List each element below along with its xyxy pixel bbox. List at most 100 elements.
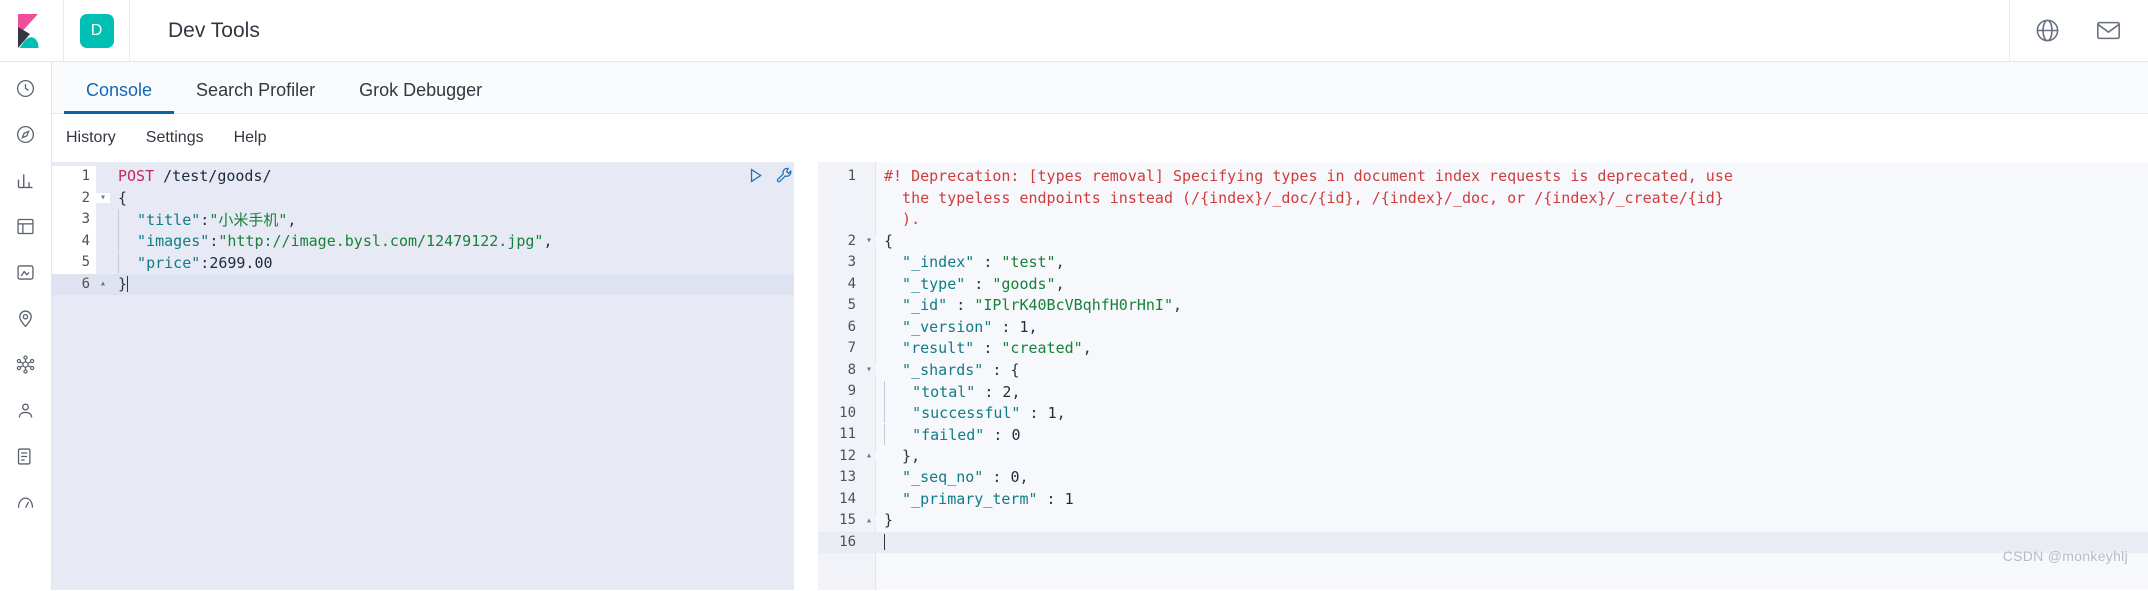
- tab-search-profiler[interactable]: Search Profiler: [174, 81, 337, 113]
- code-token: ,: [287, 210, 297, 229]
- space-avatar[interactable]: D: [64, 0, 130, 61]
- play-icon[interactable]: [746, 166, 765, 185]
- app-body: Console Search Profiler Grok Debugger Hi…: [0, 62, 2148, 590]
- kibana-home-link[interactable]: [0, 0, 64, 61]
- tab-grok-debugger-label: Grok Debugger: [359, 80, 483, 100]
- settings-button[interactable]: Settings: [146, 129, 204, 147]
- dev-tools-tabs: Console Search Profiler Grok Debugger: [52, 62, 2148, 114]
- page-title-area: Dev Tools: [130, 0, 2009, 61]
- code-token: "title": [119, 210, 201, 229]
- tab-search-profiler-label: Search Profiler: [196, 80, 316, 100]
- code-line: 5 "_id" : "IPlrK40BcVBqhfH0rHnI",: [818, 295, 2148, 317]
- line-number: 15: [818, 510, 862, 532]
- code-token: :: [992, 317, 1020, 336]
- code-token: "http://image.bysl.com/12479122.jpg": [218, 232, 544, 250]
- fold-toggle-icon[interactable]: ▴: [862, 451, 876, 462]
- code-token: "goods": [992, 274, 1056, 293]
- infrastructure-icon[interactable]: [10, 394, 42, 426]
- fold-toggle-icon[interactable]: ▴: [96, 279, 110, 290]
- tab-grok-debugger[interactable]: Grok Debugger: [337, 81, 504, 113]
- canvas-icon[interactable]: [10, 256, 42, 288]
- console-toolbar: History Settings Help: [52, 114, 2148, 162]
- line-number: 8: [818, 359, 862, 381]
- primary-nav-rail: [0, 62, 52, 590]
- code-line: 3 "_index" : "test",: [818, 252, 2148, 274]
- fold-toggle-icon[interactable]: ▾: [862, 236, 876, 247]
- code-token: :: [974, 339, 1002, 357]
- history-button[interactable]: History: [66, 129, 116, 147]
- code-line: 15 ▴}: [818, 510, 2148, 532]
- code-token: :: [965, 274, 993, 293]
- line-number: 12: [818, 445, 862, 467]
- help-button[interactable]: Help: [234, 129, 267, 147]
- code-token: "_version": [884, 317, 993, 336]
- pane-resizer[interactable]: [794, 162, 818, 590]
- code-line: 14 "_primary_term" : 1: [818, 488, 2148, 510]
- logs-icon[interactable]: [10, 440, 42, 472]
- code-token: :: [983, 468, 1011, 486]
- code-token: }: [884, 511, 894, 529]
- tab-console[interactable]: Console: [64, 80, 175, 114]
- code-token: ,: [1019, 468, 1029, 486]
- code-text: "_shards" : {: [876, 360, 1019, 382]
- code-line: 3 "title":"小米手机",: [52, 208, 794, 231]
- request-pane[interactable]: 1 POST /test/goods/2 ▾{3 "title":"小米手机", 4 …: [52, 162, 794, 590]
- response-pane[interactable]: 1 #! Deprecation: [types removal] Specify…: [818, 162, 2148, 590]
- fold-toggle-icon[interactable]: ▴: [862, 515, 876, 526]
- code-token: 1: [1047, 404, 1057, 422]
- fold-toggle-icon[interactable]: ▾: [862, 365, 876, 376]
- code-line: 6 "_version" : 1,: [818, 316, 2148, 338]
- code-token: /test/goods/: [163, 167, 272, 185]
- maps-icon[interactable]: [10, 302, 42, 334]
- page-title: Dev Tools: [168, 18, 260, 42]
- code-token: "_primary_term": [884, 489, 1038, 508]
- code-token: {: [884, 231, 894, 250]
- code-line: 7 "result" : "created",: [818, 338, 2148, 360]
- line-number: 4: [52, 230, 96, 252]
- code-text: "_index" : "test",: [876, 252, 1065, 274]
- dashboard-icon[interactable]: [10, 210, 42, 242]
- line-number: 4: [818, 273, 862, 295]
- code-token: 0: [1011, 425, 1021, 444]
- machine-learning-icon[interactable]: [10, 348, 42, 380]
- line-number: 6: [52, 273, 96, 295]
- code-token: ,: [1056, 404, 1066, 422]
- space-avatar-letter: D: [79, 13, 114, 48]
- code-text: "_id" : "IPlrK40BcVBqhfH0rHnI",: [876, 295, 1182, 317]
- code-token: :: [975, 382, 1003, 401]
- code-token: "_type": [884, 274, 966, 293]
- code-line: 13 "_seq_no" : 0,: [818, 467, 2148, 489]
- code-text: "_seq_no" : 0,: [876, 467, 1029, 489]
- tab-console-label: Console: [86, 80, 153, 100]
- help-globe-icon[interactable]: [2034, 17, 2061, 44]
- code-line: 5 "price":2699.00: [52, 251, 794, 274]
- wrench-icon[interactable]: [775, 166, 794, 185]
- code-token: "result": [884, 339, 975, 357]
- fold-toggle-icon[interactable]: ▾: [96, 193, 110, 204]
- request-editor[interactable]: 1 POST /test/goods/2 ▾{3 "title":"小米手机", 4 …: [52, 162, 794, 590]
- code-text: "images":"http://image.bysl.com/12479122…: [110, 230, 552, 253]
- response-editor[interactable]: 1 #! Deprecation: [types removal] Specify…: [818, 162, 2148, 590]
- text-cursor: [884, 533, 885, 550]
- discover-icon[interactable]: [10, 118, 42, 150]
- line-number: 3: [818, 252, 862, 274]
- code-token: :: [984, 425, 1012, 444]
- code-token: "price": [119, 253, 201, 272]
- code-token: }: [118, 274, 128, 293]
- line-number: 5: [52, 252, 96, 274]
- code-token: :: [200, 210, 210, 229]
- kibana-logo: [17, 13, 38, 48]
- code-line: 9 "total" : 2,: [818, 380, 2148, 403]
- code-token: :: [947, 296, 975, 314]
- mail-icon[interactable]: [2095, 17, 2122, 44]
- code-text: the typeless endpoints instead (/{index}…: [876, 188, 1724, 210]
- apm-icon[interactable]: [10, 486, 42, 518]
- recently-viewed-icon[interactable]: [10, 72, 42, 104]
- line-number: 10: [818, 402, 862, 424]
- code-token: ,: [1055, 274, 1065, 293]
- code-token: "successful": [885, 404, 1021, 422]
- code-token: ).: [884, 210, 921, 228]
- code-token: "_id": [884, 296, 948, 314]
- visualize-icon[interactable]: [10, 164, 42, 196]
- line-number: 11: [818, 424, 862, 446]
